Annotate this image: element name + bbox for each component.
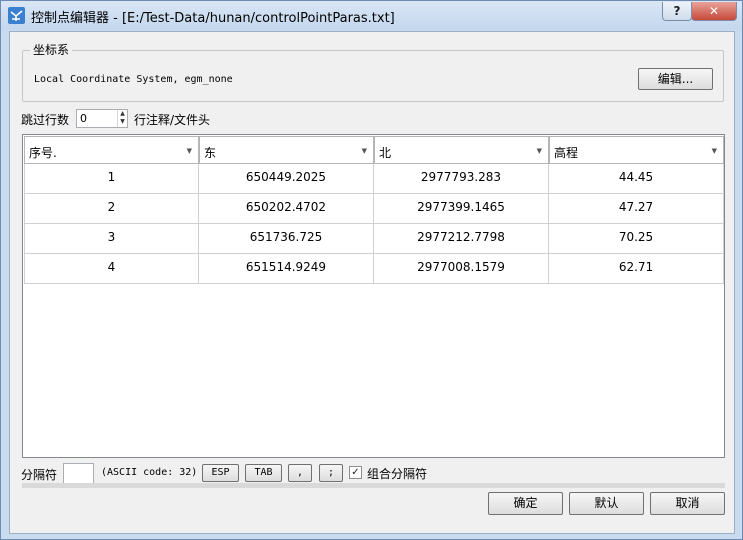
- skip-rows-label: 跳过行数: [21, 113, 70, 127]
- sort-arrow-icon: ▼: [536, 147, 542, 155]
- table-cell[interactable]: 2977008.1579: [374, 254, 549, 284]
- table-row[interactable]: 3 651736.725 2977212.7798 70.25: [24, 224, 724, 254]
- semicolon-button[interactable]: ;: [319, 464, 343, 482]
- table-cell[interactable]: 44.45: [549, 164, 724, 194]
- table-cell[interactable]: 650202.4702: [199, 194, 374, 224]
- table-cell[interactable]: 2977212.7798: [374, 224, 549, 254]
- tab-button[interactable]: TAB: [245, 464, 282, 482]
- table-cell[interactable]: 2977793.283: [374, 164, 549, 194]
- column-header-east[interactable]: 东 ▼: [199, 136, 374, 164]
- column-header-label: 北: [379, 146, 392, 160]
- ascii-code-text: (ASCII code: 32): [101, 467, 198, 478]
- sort-arrow-icon: ▼: [361, 147, 367, 155]
- dialog-content: 坐标系 Local Coordinate System, egm_none 编辑…: [9, 31, 735, 534]
- default-button[interactable]: 默认: [569, 492, 644, 515]
- column-header-elevation[interactable]: 高程 ▼: [549, 136, 724, 164]
- table-header: 序号. ▼ 东 ▼ 北 ▼ 高程 ▼: [24, 136, 724, 164]
- table-cell[interactable]: 70.25: [549, 224, 724, 254]
- column-header-north[interactable]: 北 ▼: [374, 136, 549, 164]
- divider: [22, 483, 725, 488]
- sort-arrow-icon: ▼: [711, 147, 717, 155]
- table-cell[interactable]: 651736.725: [199, 224, 374, 254]
- spin-arrows-icon[interactable]: ▲ ▼: [117, 110, 127, 127]
- table-cell[interactable]: 47.27: [549, 194, 724, 224]
- skip-rows-value: 0: [80, 112, 87, 125]
- skip-rows-spinbox[interactable]: 0 ▲ ▼: [76, 109, 128, 128]
- table-cell[interactable]: 3: [24, 224, 199, 254]
- table-row[interactable]: 2 650202.4702 2977399.1465 47.27: [24, 194, 724, 224]
- table-row[interactable]: 4 651514.9249 2977008.1579 62.71: [24, 254, 724, 284]
- column-header-index[interactable]: 序号. ▼: [24, 136, 199, 164]
- cancel-button[interactable]: 取消: [650, 492, 725, 515]
- table-cell[interactable]: 2: [24, 194, 199, 224]
- comment-header-label: 行注释/文件头: [134, 113, 211, 127]
- table-cell[interactable]: 2977399.1465: [374, 194, 549, 224]
- control-point-table[interactable]: 序号. ▼ 东 ▼ 北 ▼ 高程 ▼ 1 650449.2025 2977793…: [22, 134, 725, 458]
- edit-button[interactable]: 编辑...: [638, 68, 713, 90]
- table-cell[interactable]: 650449.2025: [199, 164, 374, 194]
- help-button[interactable]: ?: [662, 2, 692, 21]
- coordinate-system-legend: 坐标系: [30, 41, 73, 58]
- comma-button[interactable]: ,: [288, 464, 312, 482]
- table-row[interactable]: 1 650449.2025 2977793.283 44.45: [24, 164, 724, 194]
- title-bar[interactable]: 控制点编辑器 - [E:/Test-Data/hunan/controlPoin…: [1, 1, 742, 30]
- app-icon: [8, 7, 25, 24]
- column-header-label: 序号.: [29, 146, 57, 160]
- separator-input[interactable]: [63, 463, 94, 484]
- coordinate-system-value: Local Coordinate System, egm_none: [34, 74, 233, 85]
- separator-label: 分隔符: [21, 468, 58, 482]
- close-button[interactable]: ✕: [691, 2, 737, 21]
- esp-button[interactable]: ESP: [202, 464, 239, 482]
- table-cell[interactable]: 1: [24, 164, 199, 194]
- combine-separator-label: 组合分隔符: [367, 467, 428, 481]
- table-cell[interactable]: 62.71: [549, 254, 724, 284]
- table-cell[interactable]: 651514.9249: [199, 254, 374, 284]
- table-cell[interactable]: 4: [24, 254, 199, 284]
- column-header-label: 高程: [554, 146, 579, 160]
- dialog-window: 控制点编辑器 - [E:/Test-Data/hunan/controlPoin…: [0, 0, 743, 540]
- window-title: 控制点编辑器 - [E:/Test-Data/hunan/controlPoin…: [31, 11, 395, 26]
- sort-arrow-icon: ▼: [186, 147, 192, 155]
- column-header-label: 东: [204, 146, 217, 160]
- combine-separator-checkbox[interactable]: ✓: [349, 466, 362, 479]
- ok-button[interactable]: 确定: [488, 492, 563, 515]
